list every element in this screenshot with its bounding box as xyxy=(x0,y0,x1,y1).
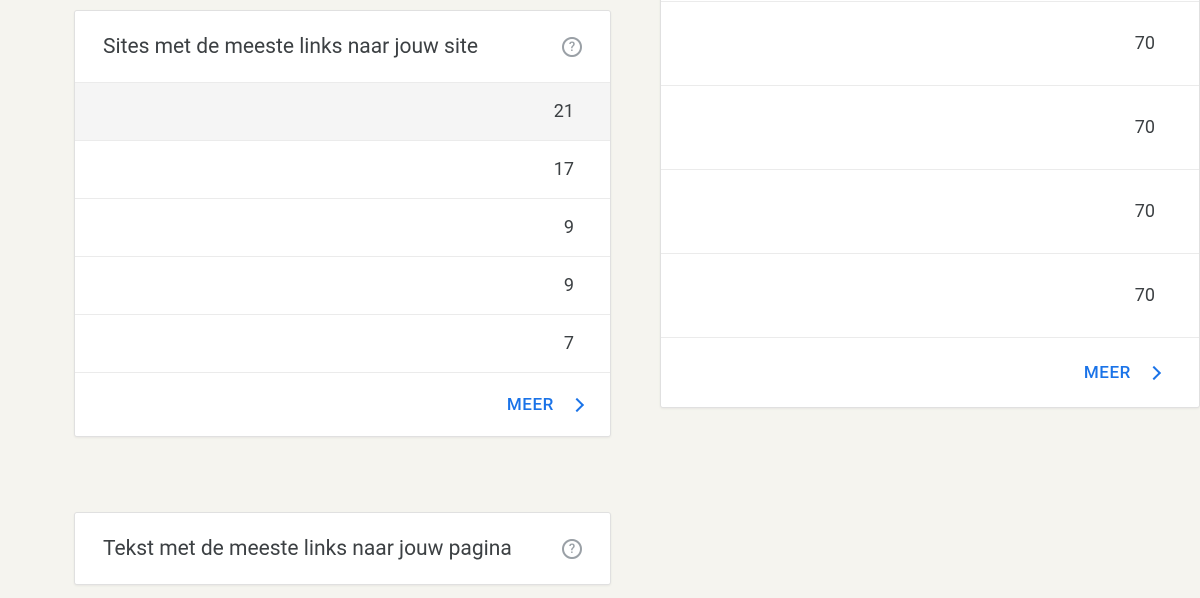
card-title: Sites met de meeste links naar jouw site xyxy=(103,33,478,62)
more-label: MEER xyxy=(507,395,554,415)
card-header: Sites met de meeste links naar jouw site… xyxy=(75,11,610,82)
card-top-linking-sites: Sites met de meeste links naar jouw site… xyxy=(74,10,611,437)
card-title: Tekst met de meeste links naar jouw pagi… xyxy=(103,535,512,564)
table-row[interactable]: 9 xyxy=(75,198,610,256)
row-value: 70 xyxy=(1135,117,1155,138)
chevron-right-icon xyxy=(570,398,584,412)
help-icon[interactable]: ? xyxy=(562,539,582,559)
table-row[interactable]: 7 xyxy=(75,314,610,372)
row-value: 9 xyxy=(564,217,574,238)
help-icon[interactable]: ? xyxy=(562,37,582,57)
row-value: 21 xyxy=(554,101,574,122)
more-button[interactable]: MEER xyxy=(75,372,610,436)
help-icon-glyph: ? xyxy=(569,542,575,557)
table-row[interactable]: 21 xyxy=(75,82,610,140)
table-row[interactable]: 70 xyxy=(661,1,1199,85)
more-button[interactable]: MEER xyxy=(661,337,1199,407)
card-right-panel: 70 70 70 70 MEER xyxy=(660,0,1200,408)
row-value: 70 xyxy=(1135,285,1155,306)
more-label: MEER xyxy=(1084,363,1131,383)
table-row[interactable]: 70 xyxy=(661,169,1199,253)
table-row[interactable]: 9 xyxy=(75,256,610,314)
table-row[interactable]: 70 xyxy=(661,85,1199,169)
help-icon-glyph: ? xyxy=(569,40,575,55)
chevron-right-icon xyxy=(1147,365,1161,379)
card-top-linking-text: Tekst met de meeste links naar jouw pagi… xyxy=(74,512,611,585)
row-value: 70 xyxy=(1135,33,1155,54)
row-value: 17 xyxy=(554,159,574,180)
row-value: 70 xyxy=(1135,201,1155,222)
table-row[interactable]: 17 xyxy=(75,140,610,198)
row-value: 9 xyxy=(564,275,574,296)
card-header: Tekst met de meeste links naar jouw pagi… xyxy=(75,513,610,584)
table-row[interactable]: 70 xyxy=(661,253,1199,337)
row-value: 7 xyxy=(564,333,574,354)
